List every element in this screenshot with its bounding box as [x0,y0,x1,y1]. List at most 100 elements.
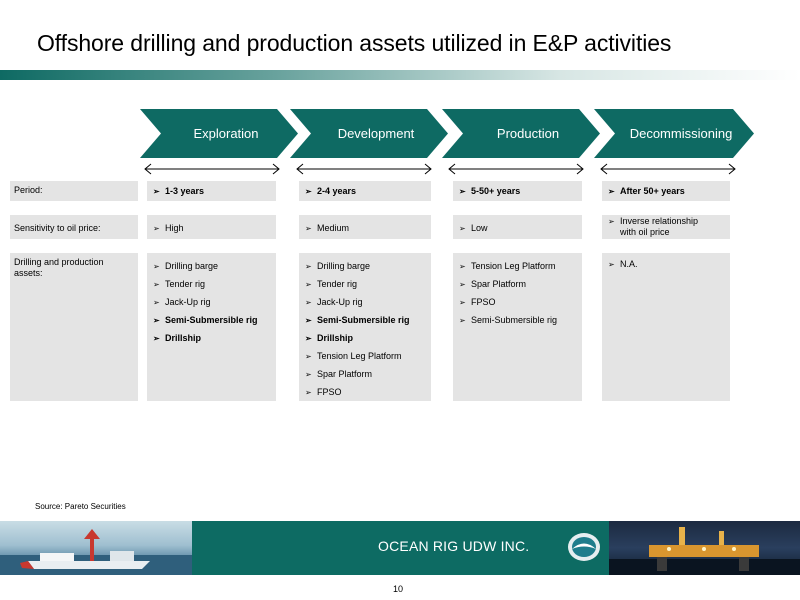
company-name: OCEAN RIG UDW INC. [378,538,530,554]
drillship-photo [0,521,192,575]
asset-list: ➢ Tension Leg Platform ➢ Spar Platform ➢ FPSO… [453,261,582,326]
stage-chevron-development: Development [290,109,448,158]
period-value: 5-50+ years [471,186,521,196]
list-item: ➢ FPSO [299,387,431,398]
list-item: ➢ Tender rig [147,279,276,290]
stage-label: Exploration [193,126,259,141]
asset-name: N.A. [620,259,638,269]
bullet-arrow-icon: ➢ [608,217,615,226]
asset-name: Semi-Submersible rig [317,315,410,325]
list-item: ➢ Drillship [299,333,431,344]
page-number: 10 [393,584,404,594]
assets-cell-decommissioning: ➢ N.A. [602,253,730,401]
bullet-arrow-icon: ➢ [153,334,160,343]
period-value: After 50+ years [620,186,685,196]
asset-list: ➢ N.A. [602,259,730,270]
bullet-arrow-icon: ➢ [305,370,312,379]
period-cell-development: ➢ 2-4 years [299,181,431,201]
asset-name: FPSO [317,387,342,397]
asset-name: Drillship [317,333,354,343]
sensitivity-cell-development: ➢ Medium [299,215,431,239]
platform-photo [609,521,800,575]
asset-name: Tension Leg Platform [471,261,556,271]
stage-chevron-production: Production [442,109,600,158]
asset-name: Tender rig [317,279,358,289]
asset-name: Drilling barge [317,261,371,271]
list-item: ➢ Drillship [147,333,276,344]
assets-cell-exploration: ➢ Drilling barge ➢ Tender rig ➢ Jack-Up rig ➢ S… [147,253,276,401]
bullet-arrow-icon: ➢ [305,280,312,289]
period-cell-decommissioning: ➢ After 50+ years [602,181,730,201]
period-cell-exploration: ➢ 1-3 years [147,181,276,201]
list-item: ➢ Tension Leg Platform [453,261,582,272]
bullet-arrow-icon: ➢ [153,280,160,289]
double-arrow-icon [448,163,584,175]
sensitivity-value: Low [471,223,488,233]
row-label-assets: Drilling and production assets: [10,253,138,401]
list-item: ➢ Spar Platform [299,369,431,380]
assets-cell-development: ➢ Drilling barge ➢ Tender rig ➢ Jack-Up rig ➢ S… [299,253,431,401]
asset-list: ➢ Drilling barge ➢ Tender rig ➢ Jack-Up rig ➢ S… [147,261,276,344]
double-arrow-icon [600,163,736,175]
list-item: ➢ Tension Leg Platform [299,351,431,362]
list-item: ➢ Semi-Submersible rig [453,315,582,326]
list-item: ➢ FPSO [453,297,582,308]
list-item: ➢ Drilling barge [147,261,276,272]
asset-list: ➢ Drilling barge ➢ Tender rig ➢ Jack-Up rig ➢ S… [299,261,431,398]
asset-name: Semi-Submersible rig [471,315,558,325]
list-item: ➢ Semi-Submersible rig [147,315,276,326]
title-underline-bar [0,70,800,80]
source-note: Source: Pareto Securities [35,502,126,511]
footer-band: OCEAN RIG UDW INC. [0,521,800,575]
sensitivity-cell-decommissioning: ➢ Inverse relationship with oil price [602,215,730,239]
stage-label: Development [337,126,415,141]
page-title: Offshore drilling and production assets … [37,30,672,56]
bullet-arrow-icon: ➢ [459,316,466,325]
sensitivity-value: Inverse relationship with oil price [620,216,699,237]
bullet-arrow-icon: ➢ [305,187,312,196]
sensitivity-cell-production: ➢ Low [453,215,582,239]
list-item: ➢ Drilling barge [299,261,431,272]
bullet-arrow-icon: ➢ [153,298,160,307]
bullet-arrow-icon: ➢ [305,262,312,271]
bullet-arrow-icon: ➢ [608,187,615,196]
bullet-arrow-icon: ➢ [305,224,312,233]
asset-name: Jack-Up rig [317,297,363,307]
bullet-arrow-icon: ➢ [153,224,160,233]
period-value: 1-3 years [165,186,205,196]
bullet-arrow-icon: ➢ [305,334,312,343]
sensitivity-cell-exploration: ➢ High [147,215,276,239]
bullet-arrow-icon: ➢ [459,280,466,289]
bullet-arrow-icon: ➢ [459,262,466,271]
asset-name: Tender rig [165,279,206,289]
period-value: 2-4 years [317,186,357,196]
bullet-arrow-icon: ➢ [608,260,615,269]
list-item: ➢ N.A. [602,259,730,270]
platform-image [609,527,800,575]
bullet-arrow-icon: ➢ [153,262,160,271]
list-item: ➢ Jack-Up rig [147,297,276,308]
bullet-arrow-icon: ➢ [153,316,160,325]
asset-name: Spar Platform [317,369,373,379]
row-label-period: Period: [10,181,138,201]
asset-name: Tension Leg Platform [317,351,402,361]
stage-chevron-decommissioning: Decommissioning [594,109,754,158]
list-item: ➢ Spar Platform [453,279,582,290]
bullet-arrow-icon: ➢ [305,388,312,397]
stage-chevron-exploration: Exploration [140,109,298,158]
bullet-arrow-icon: ➢ [305,316,312,325]
asset-name: Spar Platform [471,279,527,289]
bullet-arrow-icon: ➢ [305,298,312,307]
stage-label: Decommissioning [629,126,733,141]
sensitivity-value: Medium [317,223,350,233]
drillship-image [0,529,192,575]
list-item: ➢ Semi-Submersible rig [299,315,431,326]
ocean-rig-logo-icon [568,533,600,561]
stage-label: Production [496,126,560,141]
asset-name: Drillship [165,333,202,343]
bullet-arrow-icon: ➢ [459,224,466,233]
list-item: ➢ Jack-Up rig [299,297,431,308]
period-cell-production: ➢ 5-50+ years [453,181,582,201]
bullet-arrow-icon: ➢ [459,187,466,196]
double-arrow-icon [144,163,280,175]
